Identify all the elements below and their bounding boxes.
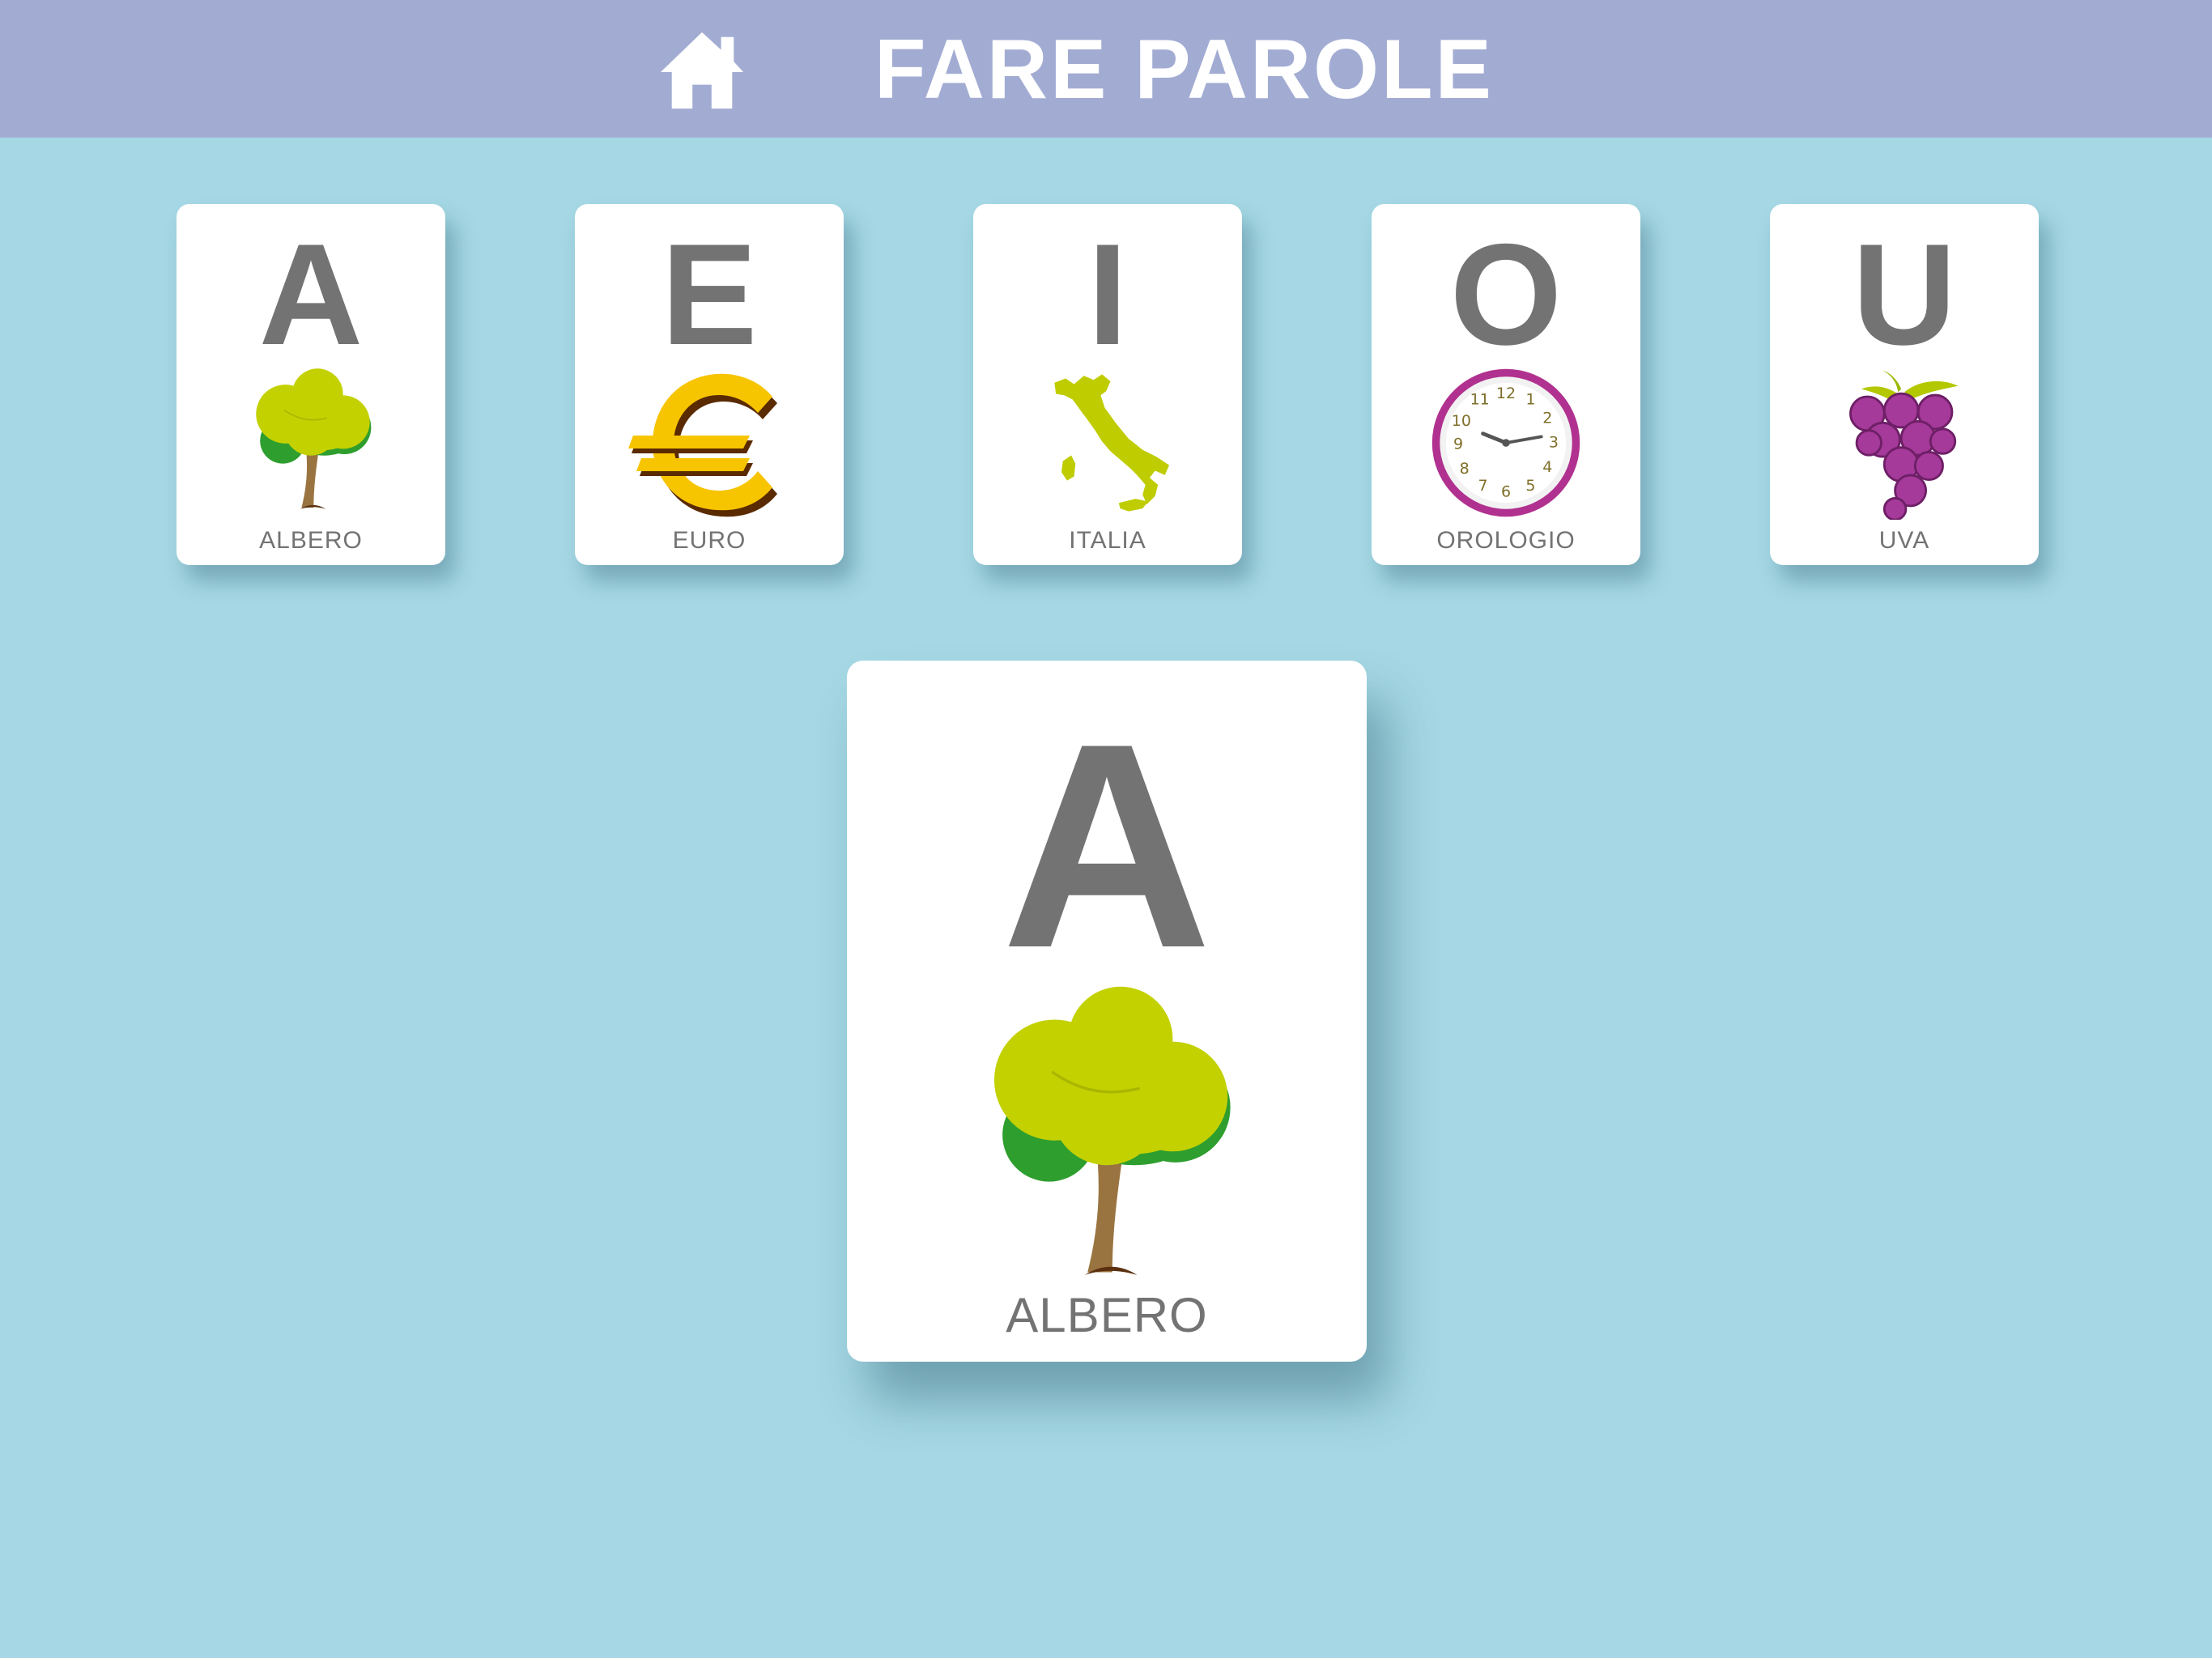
vowel-card-a[interactable]: A ALBERO [177,204,445,565]
tree-icon [230,366,392,520]
clock-icon [1425,366,1587,520]
grapes-icon [1823,366,1985,520]
vowel-card-u[interactable]: U UVA [1770,204,2039,565]
tree-icon [967,981,1247,1297]
italy-map-icon [1027,366,1189,520]
card-word: OROLOGIO [1436,527,1576,554]
selected-card-word: ALBERO [1006,1288,1208,1342]
vowel-cards-row: A ALBERO E EURO I ITALIA O OROLOGIO U UV… [0,0,2212,583]
card-word: ALBERO [259,527,363,554]
vowel-card-o[interactable]: O OROLOGIO [1372,204,1640,565]
card-letter: U [1852,214,1957,375]
card-letter: I [1087,214,1128,375]
selected-card[interactable]: A ALBERO [847,661,1367,1362]
card-letter: E [661,214,758,375]
card-letter: A [258,214,364,375]
vowel-card-e[interactable]: E EURO [575,204,844,565]
card-word: EURO [672,527,747,554]
euro-icon [628,366,790,520]
card-word: UVA [1878,527,1930,554]
vowel-card-i[interactable]: I ITALIA [973,204,1242,565]
card-word: ITALIA [1069,527,1146,554]
selected-card-letter: A [1002,683,1212,1009]
card-letter: O [1449,214,1563,375]
